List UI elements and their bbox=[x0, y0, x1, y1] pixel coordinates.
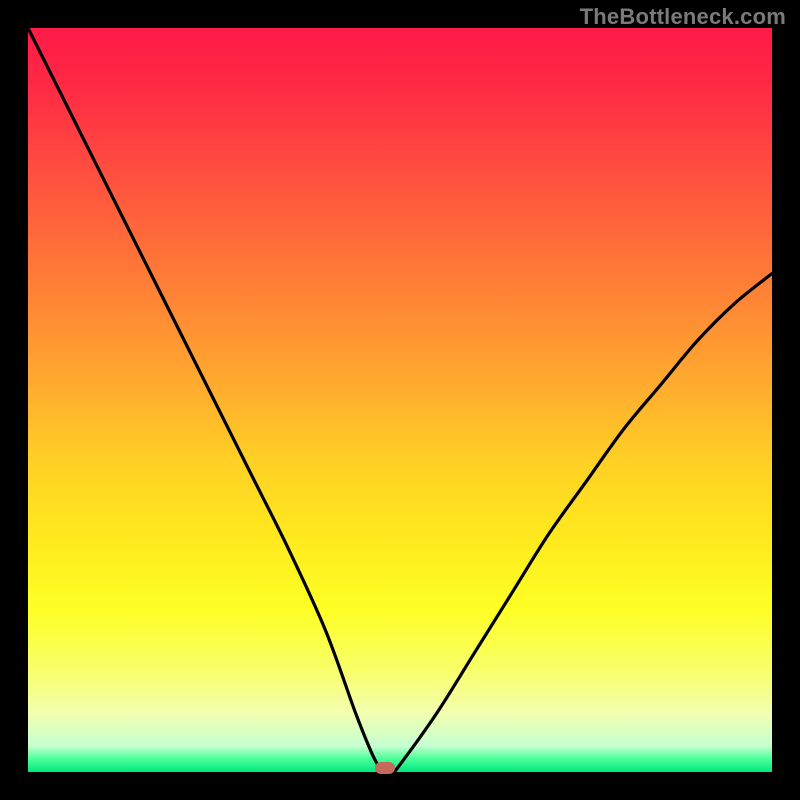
chart-frame: TheBottleneck.com bbox=[0, 0, 800, 800]
curve-svg bbox=[28, 28, 772, 772]
bottleneck-curve bbox=[28, 28, 772, 772]
minimum-marker bbox=[375, 762, 395, 774]
plot-area bbox=[28, 28, 772, 772]
watermark-text: TheBottleneck.com bbox=[580, 4, 786, 30]
